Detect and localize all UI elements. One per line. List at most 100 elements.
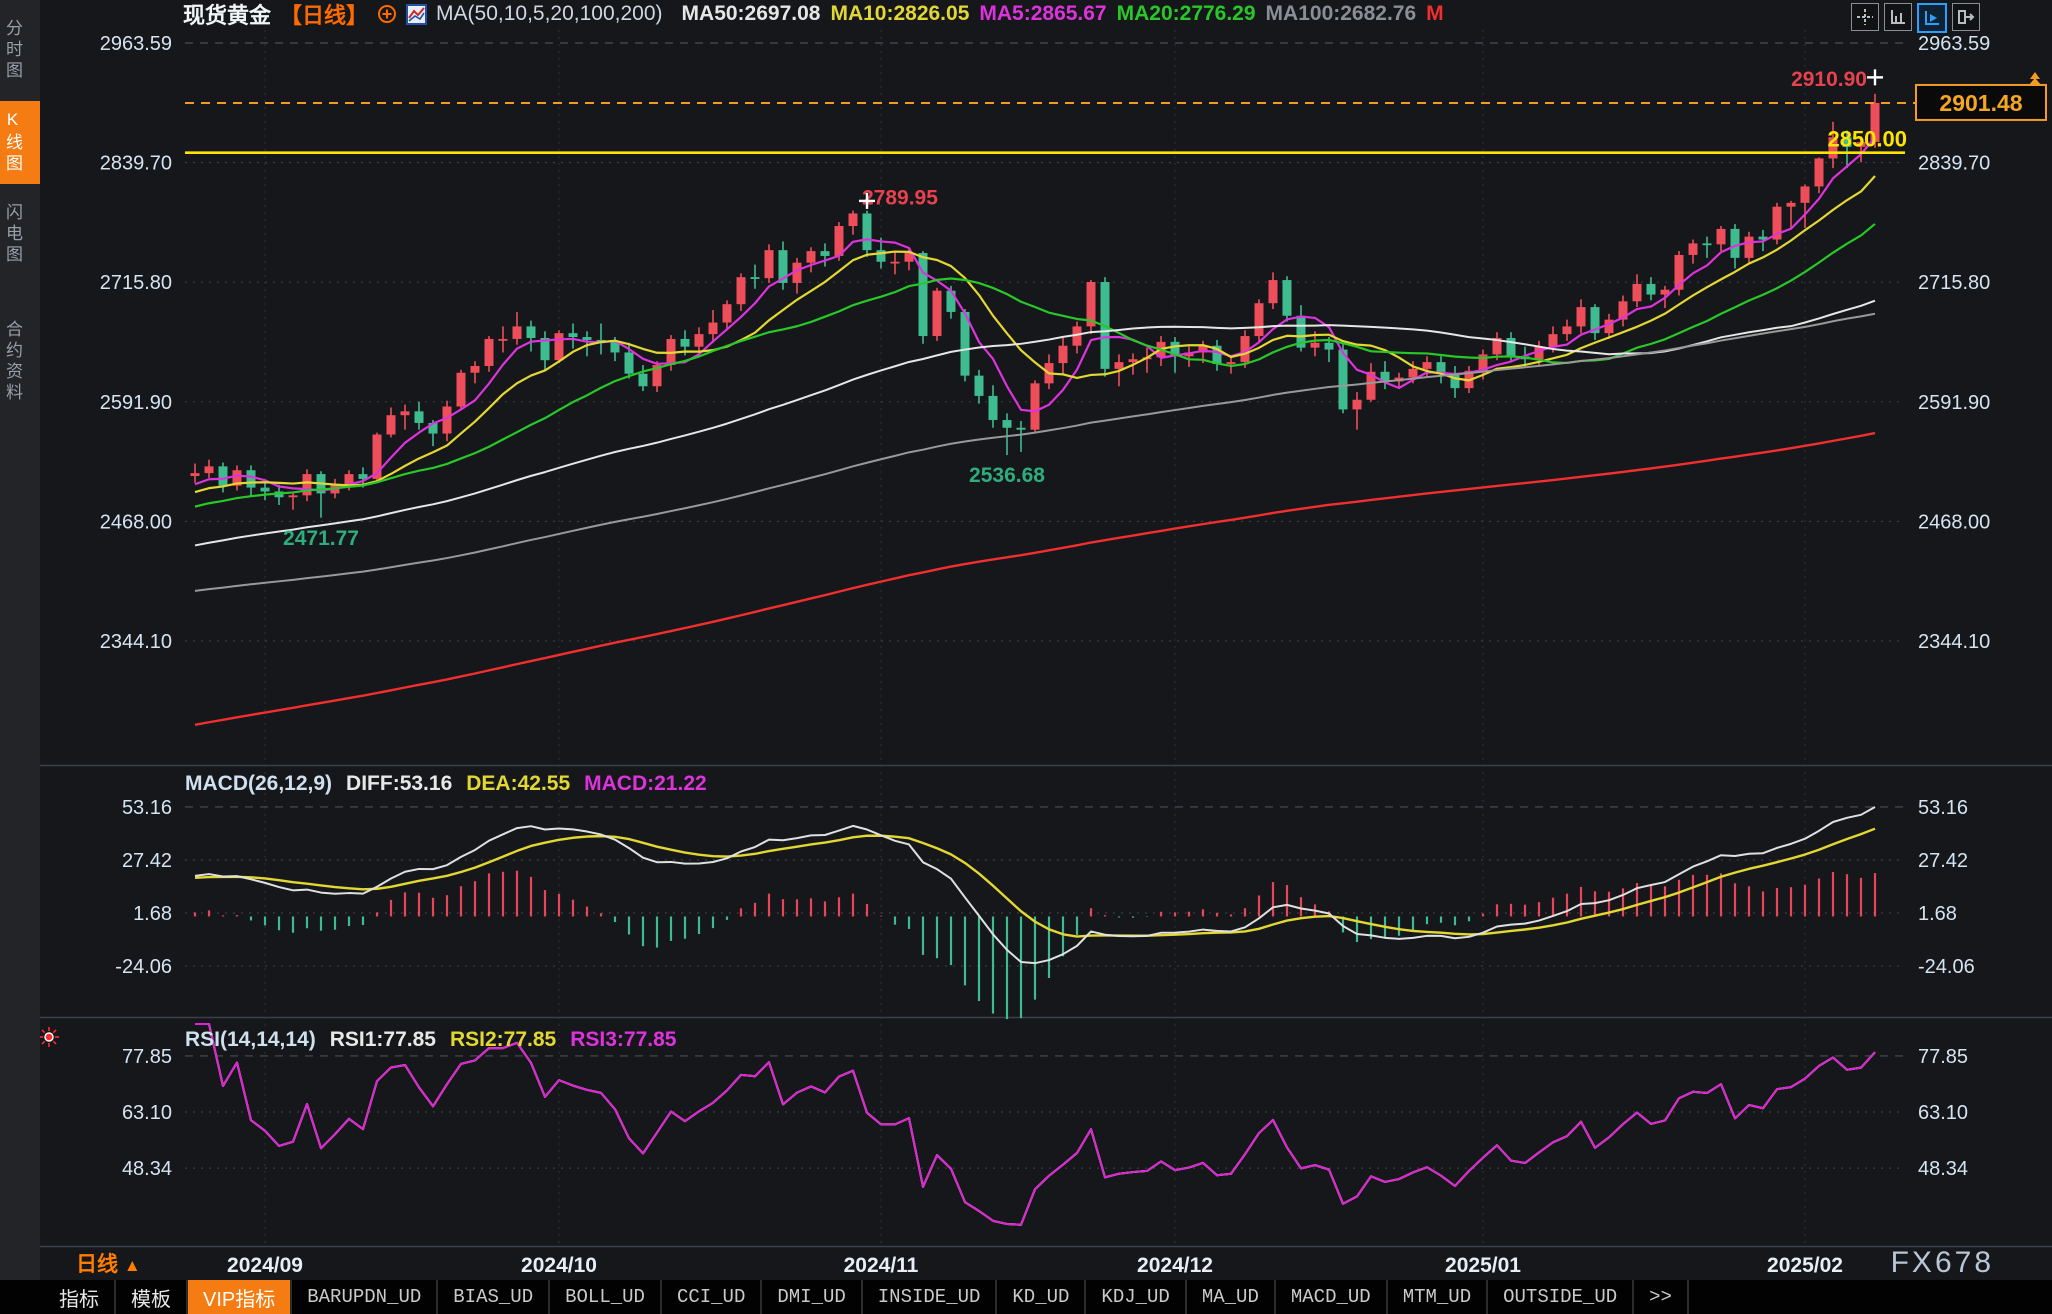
gridlines-layer — [40, 30, 2052, 1247]
tab-inside-ud[interactable]: INSIDE_UD — [863, 1280, 998, 1314]
circle-plus-icon[interactable] — [377, 4, 397, 24]
svg-text:53.16: 53.16 — [122, 797, 172, 819]
svg-text:2850.00: 2850.00 — [1827, 127, 1907, 152]
svg-text:2024/11: 2024/11 — [844, 1254, 919, 1277]
axis-play-icon[interactable] — [1917, 3, 1947, 33]
svg-text:2536.68: 2536.68 — [969, 464, 1045, 487]
svg-text:2025/01: 2025/01 — [1445, 1254, 1521, 1277]
trading-app-window: { "sidebar": { "items": [ {"label": "分时图… — [0, 0, 2052, 1314]
tab-指标[interactable]: 指标 — [44, 1280, 116, 1314]
tab-模板[interactable]: 模板 — [116, 1280, 188, 1314]
rsi-title: RSI(14,14,14) — [185, 1028, 316, 1051]
svg-text:2910.90: 2910.90 — [1791, 68, 1867, 91]
rsi-header: RSI(14,14,14) RSI1:77.85 RSI2:77.85 RSI3:77… — [185, 1028, 690, 1052]
svg-text:2468.00: 2468.00 — [1918, 511, 1990, 533]
period-tag[interactable]: 【日线】 — [280, 0, 368, 30]
tab-ma-ud[interactable]: MA_UD — [1187, 1280, 1276, 1314]
svg-text:63.10: 63.10 — [122, 1102, 172, 1124]
sidebar-item-1[interactable]: K线图 — [0, 101, 40, 184]
svg-text:2025/02: 2025/02 — [1767, 1254, 1843, 1277]
alert-sun-icon[interactable] — [38, 1026, 60, 1048]
sidebar-item-0[interactable]: 分时图 — [0, 10, 40, 91]
svg-text:2963.59: 2963.59 — [1918, 33, 1990, 55]
tab-bias-ud[interactable]: BIAS_UD — [438, 1280, 550, 1314]
svg-text:2901.48: 2901.48 — [1939, 90, 2022, 116]
svg-text:2591.90: 2591.90 — [100, 392, 172, 414]
svg-text:2344.10: 2344.10 — [1918, 631, 1990, 653]
svg-text:48.34: 48.34 — [1918, 1158, 1968, 1180]
tab-vip指标[interactable]: VIP指标 — [188, 1280, 292, 1314]
symbol-name: 现货黄金 — [183, 0, 271, 30]
rsi1-value: RSI1:77.85 — [330, 1028, 436, 1051]
macd-dea-value: DEA:42.55 — [466, 772, 570, 795]
svg-text:2715.80: 2715.80 — [1918, 272, 1990, 294]
watermark: FX678 — [1891, 1246, 1994, 1280]
tab--[interactable]: >> — [1634, 1280, 1689, 1314]
macd-macd-value: MACD:21.22 — [584, 772, 707, 795]
tab-outside-ud[interactable]: OUTSIDE_UD — [1488, 1280, 1634, 1314]
tab-dmi-ud[interactable]: DMI_UD — [762, 1280, 862, 1314]
svg-text:1.68: 1.68 — [133, 903, 172, 925]
svg-text:-24.06: -24.06 — [1918, 956, 1975, 978]
sidebar-item-2[interactable]: 闪电图 — [0, 194, 40, 275]
tab-mtm-ud[interactable]: MTM_UD — [1388, 1280, 1488, 1314]
ma-settings-label: MA(50,10,5,20,100,200) — [436, 2, 663, 26]
tab-macd-ud[interactable]: MACD_UD — [1276, 1280, 1388, 1314]
indicator-tabbar: 指标模板VIP指标BARUPDN_UDBIAS_UDBOLL_UDCCI_UDD… — [0, 1280, 2052, 1314]
tab-barupdn-ud[interactable]: BARUPDN_UD — [292, 1280, 438, 1314]
ma-value-1: MA10:2826.05 — [830, 2, 969, 25]
svg-text:77.85: 77.85 — [122, 1046, 172, 1068]
svg-text:2024/10: 2024/10 — [521, 1254, 597, 1277]
ma-value-5: M — [1426, 2, 1444, 25]
ma-value-0: MA50:2697.08 — [682, 2, 821, 25]
svg-text:2839.70: 2839.70 — [100, 153, 172, 175]
axis-labels-layer: 2963.59 2963.59 2839.70 2839.70 2715.80 2715.… — [100, 33, 1991, 1277]
svg-text:63.10: 63.10 — [1918, 1102, 1968, 1124]
ma-value-4: MA100:2682.76 — [1266, 2, 1417, 25]
svg-text:2471.77: 2471.77 — [283, 527, 359, 550]
svg-text:2024/12: 2024/12 — [1137, 1254, 1213, 1277]
period-bottom-label[interactable]: 日线 ▲ — [76, 1248, 141, 1278]
svg-text:2839.70: 2839.70 — [1918, 153, 1990, 175]
svg-text:2468.00: 2468.00 — [100, 511, 172, 533]
levels-layer: 2850.00 2901.48 — [185, 72, 2046, 153]
svg-text:-24.06: -24.06 — [115, 956, 172, 978]
tab-kdj-ud[interactable]: KDJ_UD — [1086, 1280, 1186, 1314]
ma-value-3: MA20:2776.29 — [1117, 2, 1256, 25]
triangle-up-icon: ▲ — [124, 1256, 141, 1275]
svg-text:2024/09: 2024/09 — [227, 1254, 303, 1277]
tab-cci-ud[interactable]: CCI_UD — [662, 1280, 762, 1314]
svg-text:77.85: 77.85 — [1918, 1046, 1968, 1068]
svg-text:48.34: 48.34 — [122, 1158, 172, 1180]
rsi3-value: RSI3:77.85 — [570, 1028, 676, 1051]
svg-text:1.68: 1.68 — [1918, 903, 1957, 925]
panel-arrow-icon[interactable] — [1952, 3, 1980, 31]
left-sidebar: 分时图 K线图闪电图合约资料 — [0, 0, 40, 1280]
tab-kd-ud[interactable]: KD_UD — [997, 1280, 1086, 1314]
crosshair-icon[interactable] — [1851, 3, 1879, 31]
ma-value-2: MA5:2865.67 — [979, 2, 1106, 25]
svg-text:2591.90: 2591.90 — [1918, 392, 1990, 414]
macd-header: MACD(26,12,9) DIFF:53.16 DEA:42.55 MACD:21.… — [185, 772, 721, 796]
chart-toolbar — [1851, 3, 1980, 33]
axis-chart-icon[interactable] — [1884, 3, 1912, 31]
mini-chart-icon[interactable] — [406, 4, 427, 25]
svg-text:2963.59: 2963.59 — [100, 33, 172, 55]
svg-text:2715.80: 2715.80 — [100, 272, 172, 294]
macd-diff-value: DIFF:53.16 — [346, 772, 452, 795]
svg-text:27.42: 27.42 — [1918, 850, 1968, 872]
period-bottom-text: 日线 — [76, 1253, 118, 1276]
svg-text:53.16: 53.16 — [1918, 797, 1968, 819]
svg-text:27.42: 27.42 — [122, 850, 172, 872]
candles-layer — [191, 94, 1880, 518]
tab-boll-ud[interactable]: BOLL_UD — [550, 1280, 662, 1314]
chart-header: 现货黄金 【日线】 MA(50,10,5,20,100,200) MA50:26… — [183, 0, 1444, 28]
macd-title: MACD(26,12,9) — [185, 772, 332, 795]
svg-text:2789.95: 2789.95 — [862, 187, 938, 210]
ma-values: MA50:2697.08 MA10:2826.05 MA5:2865.67 MA20:… — [672, 2, 1444, 26]
svg-text:2344.10: 2344.10 — [100, 631, 172, 653]
chart-canvas[interactable]: 2850.00 2901.48 2471.77 2789.95 2536.68 2910.… — [0, 0, 2052, 1280]
rsi2-value: RSI2:77.85 — [450, 1028, 556, 1051]
rsi-layer — [195, 1024, 1875, 1225]
sidebar-item-3[interactable]: 合约资料 — [0, 311, 40, 413]
